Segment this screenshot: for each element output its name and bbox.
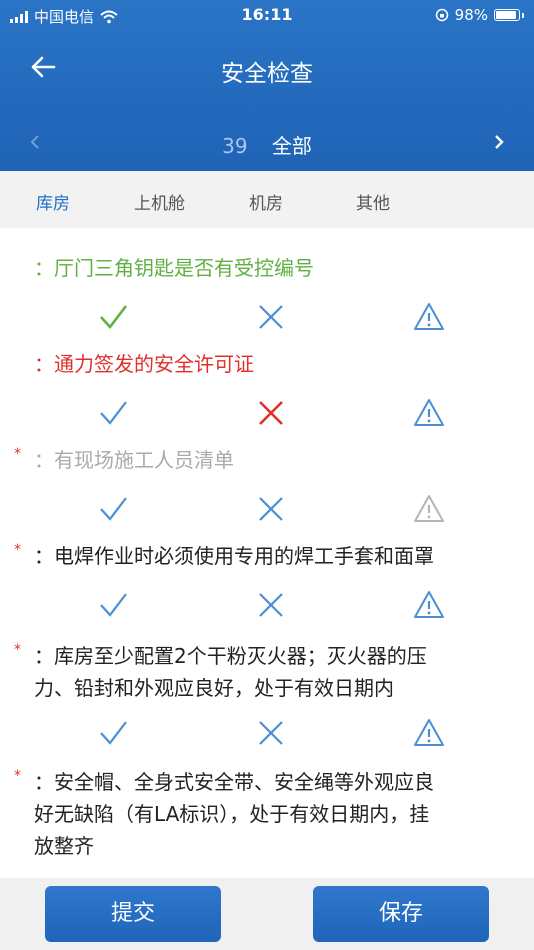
footer: 提交 保存: [0, 878, 534, 950]
check-icon[interactable]: [96, 588, 130, 622]
item-question-line: ：安全帽、全身式安全带、安全绳等外观应良: [34, 770, 434, 794]
item-options: [0, 492, 534, 526]
warning-icon[interactable]: [412, 492, 446, 526]
item-question: ：电焊作业时必须使用专用的焊工手套和面罩: [34, 544, 434, 568]
battery-tip: [522, 12, 524, 18]
warning-icon[interactable]: [412, 300, 446, 334]
tab-machine-room-top[interactable]: 上机舱: [134, 189, 185, 214]
item-question-line: 好无缺陷（有LA标识），处于有效日期内，挂: [34, 802, 430, 826]
battery-percent: 98%: [454, 6, 488, 24]
item-options: [0, 396, 534, 430]
submit-button[interactable]: 提交: [45, 886, 221, 942]
tab-other[interactable]: 其他: [356, 189, 390, 214]
save-button[interactable]: 保存: [313, 886, 489, 942]
page-title: 安全检查: [221, 61, 313, 87]
pager-count: 39: [222, 134, 248, 158]
item-question-line: ：库房至少配置2个干粉灭火器；灭火器的压: [34, 644, 427, 668]
cross-icon[interactable]: [254, 716, 288, 750]
warning-icon[interactable]: [412, 396, 446, 430]
chevron-right-icon[interactable]: [490, 128, 508, 156]
cross-icon[interactable]: [254, 588, 288, 622]
category-tabs: 库房 上机舱 机房 其他: [0, 171, 534, 228]
orientation-lock-icon: [435, 8, 448, 22]
cross-icon[interactable]: [254, 396, 288, 430]
item-options: [0, 300, 534, 334]
check-icon[interactable]: [96, 300, 130, 334]
pager-scope[interactable]: 全部: [272, 134, 312, 158]
battery-icon: [494, 9, 520, 21]
check-icon[interactable]: [96, 492, 130, 526]
pager: 39 全部: [0, 130, 534, 159]
required-mark: *: [14, 642, 21, 658]
cross-icon[interactable]: [254, 300, 288, 334]
checklist: ：厅门三角钥匙是否有受控编号 ：通力签发的安全许可证 * ：有现场施工人员清单 …: [0, 228, 534, 878]
header: 中国电信 16:11 98% 安全检查 39 全部: [0, 0, 534, 171]
item-question: ：通力签发的安全许可证: [34, 352, 254, 376]
item-question-line: 放整齐: [34, 834, 94, 858]
status-bar: 中国电信 16:11 98%: [0, 0, 534, 30]
warning-icon[interactable]: [412, 716, 446, 750]
required-mark: *: [14, 542, 21, 558]
check-icon[interactable]: [96, 396, 130, 430]
required-mark: *: [14, 768, 21, 784]
item-options: [0, 588, 534, 622]
item-options: [0, 716, 534, 750]
item-question: ：有现场施工人员清单: [34, 448, 234, 472]
cross-icon[interactable]: [254, 492, 288, 526]
required-mark: *: [14, 446, 21, 462]
check-icon[interactable]: [96, 716, 130, 750]
tab-machine-room[interactable]: 机房: [249, 189, 283, 214]
item-question-line: 力、铅封和外观应良好，处于有效日期内: [34, 676, 394, 700]
warning-icon[interactable]: [412, 588, 446, 622]
tab-warehouse[interactable]: 库房: [36, 189, 70, 214]
item-question: ：厅门三角钥匙是否有受控编号: [34, 256, 314, 280]
